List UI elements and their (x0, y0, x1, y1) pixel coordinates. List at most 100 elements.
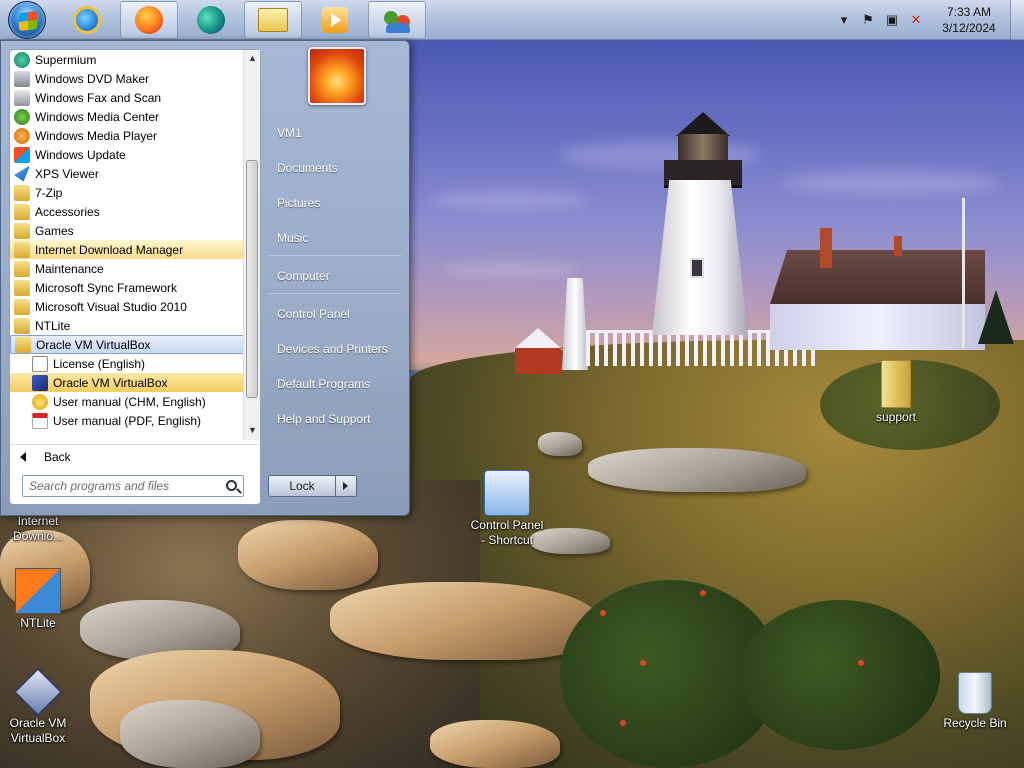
right-item-control-panel[interactable]: Control Panel (277, 307, 350, 321)
taskbar-explorer[interactable] (244, 1, 302, 39)
taskbar-edge[interactable] (182, 1, 240, 39)
users-icon (382, 7, 412, 33)
desktop-icon-label: support (875, 410, 917, 424)
folder-icon (14, 298, 30, 315)
program-item[interactable]: Oracle VM VirtualBox (10, 335, 252, 354)
taskbar-internet-explorer[interactable] (58, 1, 116, 39)
start-menu: Supermium Windows DVD Maker Windows Fax an… (0, 40, 410, 516)
desktop-icon-label: NTLite (20, 616, 56, 630)
windows-update-icon (14, 146, 30, 163)
show-desktop-button[interactable] (1010, 0, 1024, 40)
right-item-user[interactable]: VM1 (277, 126, 302, 140)
separator (269, 293, 401, 294)
shutdown-options-arrow-icon[interactable] (336, 475, 357, 497)
volume-muted-icon[interactable]: ✕ (908, 12, 924, 28)
start-button[interactable] (4, 0, 50, 40)
taskbar-users[interactable] (368, 1, 426, 39)
media-player-icon (322, 7, 348, 33)
user-picture[interactable] (308, 47, 366, 105)
search-input[interactable]: Search programs and files (22, 475, 244, 497)
taskbar-media-player[interactable] (306, 1, 364, 39)
xps-viewer-icon (14, 165, 30, 182)
right-item-documents[interactable]: Documents (277, 161, 338, 175)
lock-button[interactable]: Lock (268, 475, 336, 497)
program-item[interactable]: User manual (CHM, English) (10, 392, 252, 411)
program-label: 7-Zip (35, 185, 63, 200)
back-arrow-icon (20, 451, 26, 462)
scroll-down-arrow-icon[interactable]: ▼ (244, 422, 261, 439)
folder-icon (14, 317, 30, 334)
desktop-icon-label-line2: - Shortcut (480, 533, 534, 547)
scroll-up-arrow-icon[interactable]: ▲ (244, 50, 261, 67)
windows-logo-icon (8, 1, 46, 39)
program-item[interactable]: User manual (PDF, English) (10, 411, 252, 430)
program-label: Maintenance (35, 261, 104, 276)
back-button[interactable]: Back (10, 444, 260, 468)
desktop-icon-virtualbox[interactable]: Oracle VM VirtualBox (0, 667, 78, 746)
pdf-icon (32, 412, 48, 429)
desktop-icon-label: Recycle Bin (943, 716, 1007, 730)
right-item-pictures[interactable]: Pictures (277, 196, 320, 210)
firefox-icon (135, 6, 163, 34)
program-label: User manual (PDF, English) (53, 413, 202, 428)
document-icon (32, 355, 48, 372)
media-center-icon (14, 108, 30, 125)
clock-date: 3/12/2024 (942, 21, 996, 35)
desktop-icon-support[interactable]: support (856, 360, 936, 425)
clock[interactable]: 7:33 AM 3/12/2024 (928, 4, 1010, 36)
program-item[interactable]: Windows Fax and Scan (10, 88, 252, 107)
program-item[interactable]: License (English) (10, 354, 252, 373)
program-label: Games (35, 223, 74, 238)
desktop-icon-label: Control Panel (470, 518, 544, 532)
program-label: License (English) (53, 356, 146, 371)
network-icon[interactable]: ▣ (884, 12, 900, 28)
taskbar-firefox[interactable] (120, 1, 178, 39)
desktop-icon-ntlite[interactable]: NTLite (0, 568, 78, 631)
search-icon[interactable] (226, 480, 237, 491)
scrollbar-thumb[interactable] (246, 160, 258, 398)
folder-icon (15, 336, 31, 353)
program-label: Windows Fax and Scan (35, 90, 162, 105)
right-item-music[interactable]: Music (277, 231, 308, 245)
desktop-icon-control-panel[interactable]: Control Panel - Shortcut (467, 470, 547, 548)
program-label: Microsoft Sync Framework (35, 280, 178, 295)
right-item-default-programs[interactable]: Default Programs (277, 377, 370, 391)
fax-icon (14, 89, 30, 106)
program-item[interactable]: Oracle VM VirtualBox (10, 373, 252, 392)
program-label: Windows Media Player (35, 128, 158, 143)
program-item[interactable]: Windows Media Player (10, 126, 252, 145)
folder-icon (14, 184, 30, 201)
right-item-computer[interactable]: Computer (277, 269, 330, 283)
program-item[interactable]: NTLite (10, 316, 252, 335)
program-label: Windows Media Center (35, 109, 160, 124)
desktop-icon-recycle-bin[interactable]: Recycle Bin (935, 672, 1015, 731)
taskbar: ▾ ⚑ ▣ ✕ 7:33 AM 3/12/2024 (0, 0, 1024, 40)
recycle-bin-icon (958, 672, 992, 714)
programs-scrollbar[interactable]: ▲ ▼ (243, 50, 260, 440)
desktop-icon-label: Internet (17, 514, 59, 528)
program-item[interactable]: XPS Viewer (10, 164, 252, 183)
program-label: Supermium (35, 52, 97, 67)
program-item[interactable]: Maintenance (10, 259, 252, 278)
program-label: Windows Update (35, 147, 126, 162)
program-item[interactable]: Windows Media Center (10, 107, 252, 126)
program-item[interactable]: Supermium (10, 50, 252, 69)
back-label: Back (44, 449, 71, 464)
show-hidden-icons-icon[interactable]: ▾ (836, 12, 852, 28)
dvd-maker-icon (14, 70, 30, 87)
program-item[interactable]: Internet Download Manager (10, 240, 252, 259)
right-item-help-and-support[interactable]: Help and Support (277, 412, 370, 426)
folder-icon (881, 360, 911, 408)
program-item[interactable]: 7-Zip (10, 183, 252, 202)
action-center-flag-icon[interactable]: ⚑ (860, 12, 876, 28)
program-item[interactable]: Accessories (10, 202, 252, 221)
program-item[interactable]: Windows DVD Maker (10, 69, 252, 88)
program-item[interactable]: Microsoft Visual Studio 2010 (10, 297, 252, 316)
desktop-icon-internet-download-manager[interactable]: Internet Downlo... (0, 514, 78, 544)
program-item[interactable]: Games (10, 221, 252, 240)
program-item[interactable]: Microsoft Sync Framework (10, 278, 252, 297)
program-item[interactable]: Windows Update (10, 145, 252, 164)
program-label: Oracle VM VirtualBox (36, 337, 151, 352)
media-player-icon (14, 127, 30, 144)
right-item-devices-and-printers[interactable]: Devices and Printers (277, 342, 388, 356)
